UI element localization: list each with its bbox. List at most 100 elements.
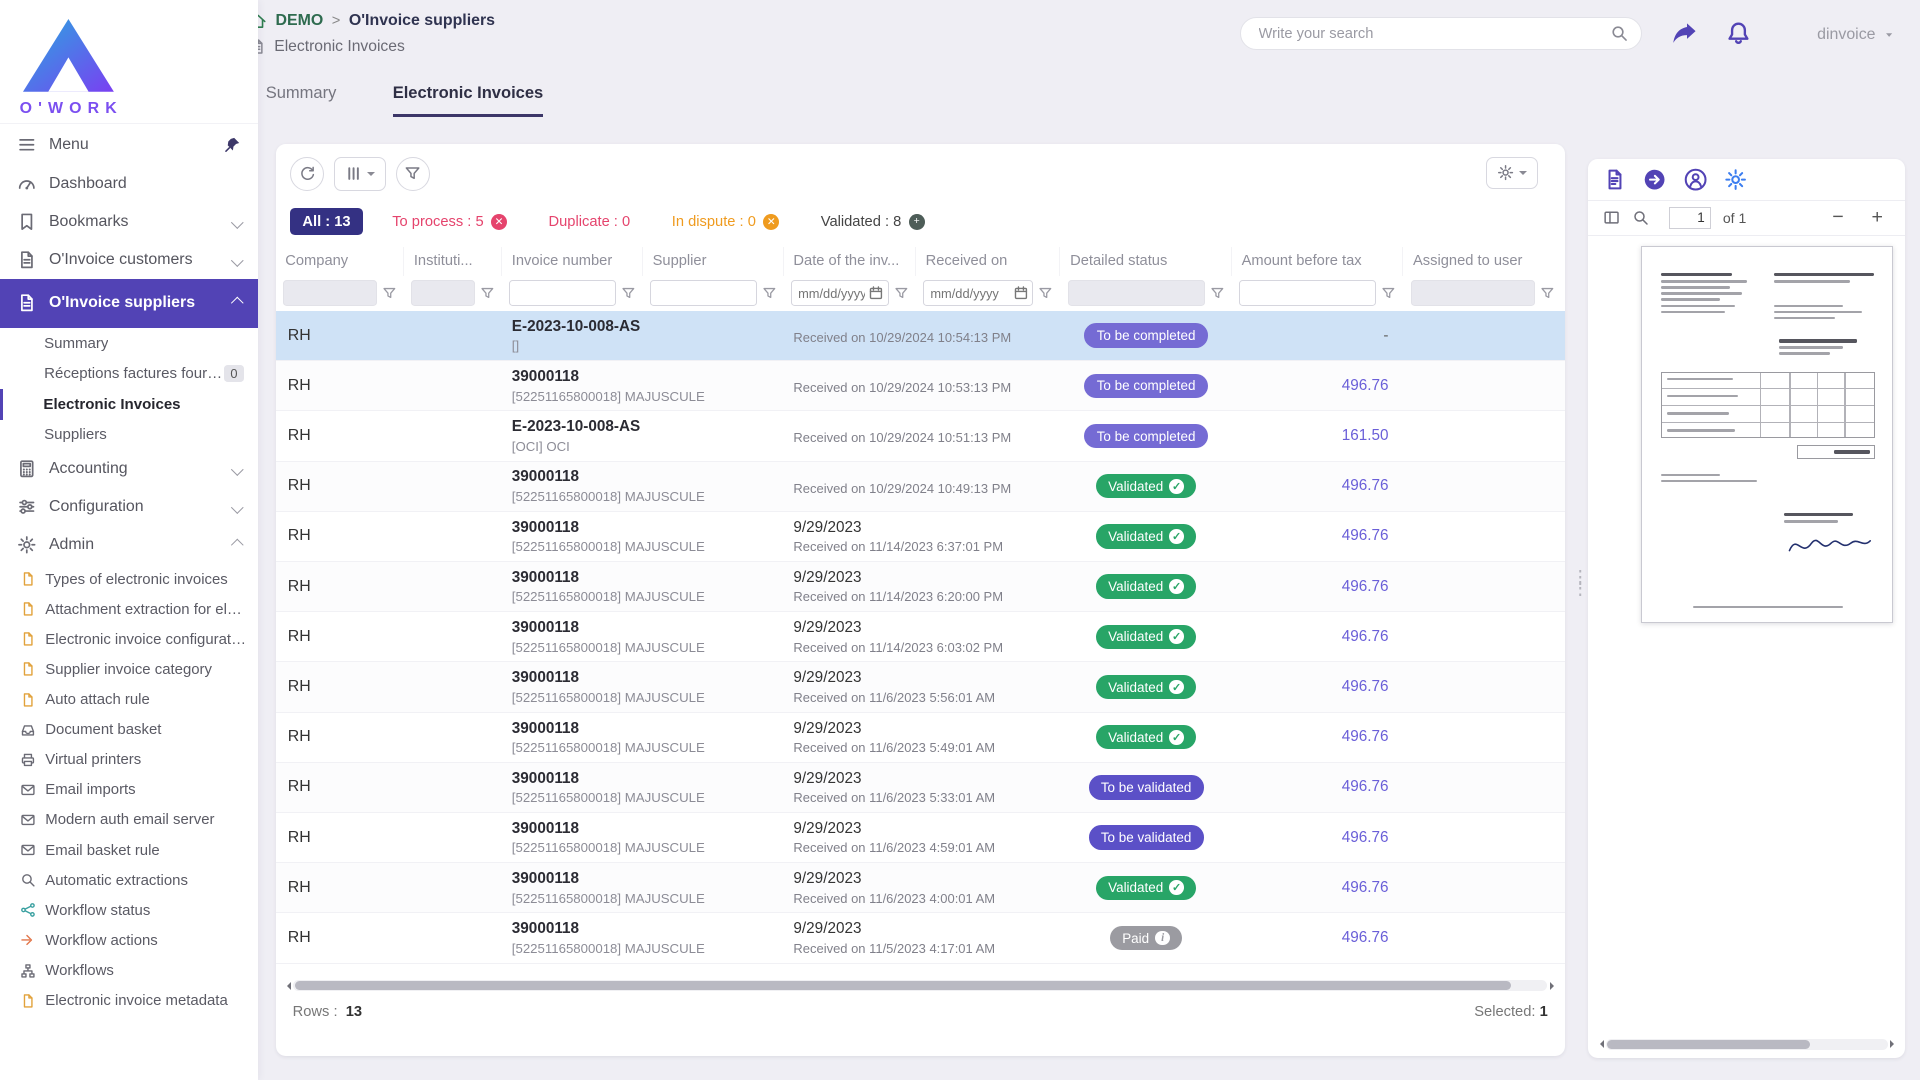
column-header-company[interactable]: Company	[276, 247, 405, 275]
tab-summary[interactable]: Summary	[266, 83, 337, 117]
table-row[interactable]: RH E-2023-10-008-AS [] Received on 10/29…	[276, 311, 1565, 361]
amount-link[interactable]: 496.76	[1342, 778, 1389, 796]
tab-electronic-invoices[interactable]: Electronic Invoices	[393, 83, 544, 117]
column-header-invoice-number[interactable]: Invoice number	[502, 247, 643, 275]
chip-all[interactable]: All : 13	[290, 208, 363, 235]
column-header-received-on[interactable]: Received on	[916, 247, 1060, 275]
preview-scroll-left-arrow[interactable]	[1596, 1040, 1604, 1048]
filter-funnel-icon[interactable]	[1540, 286, 1555, 301]
chip-in-dispute[interactable]: In dispute : 0 ✕	[660, 208, 792, 235]
sidebar-item-virtual-printers[interactable]: Virtual printers	[0, 745, 258, 775]
toggle-sidebar-icon[interactable]	[1603, 209, 1620, 226]
filter-funnel-icon[interactable]	[762, 286, 777, 301]
amount-link[interactable]: 496.76	[1342, 578, 1389, 596]
open-document-icon[interactable]	[1643, 168, 1666, 191]
filter-input[interactable]	[1411, 280, 1536, 306]
sidebar-item-accounting[interactable]: Accounting	[0, 450, 258, 488]
zoom-out-button[interactable]: −	[1825, 208, 1852, 228]
chip-icon[interactable]: ✕	[763, 214, 779, 230]
filter-input[interactable]	[509, 280, 616, 306]
breadcrumb-current[interactable]: O'Invoice suppliers	[349, 12, 495, 30]
amount-link[interactable]: 496.76	[1342, 879, 1389, 897]
share-icon[interactable]	[1671, 21, 1698, 48]
column-header-instituti-[interactable]: Instituti...	[404, 247, 502, 275]
sidebar-item-workflows[interactable]: Workflows	[0, 955, 258, 985]
column-header-amount-before-tax[interactable]: Amount before tax	[1232, 247, 1403, 275]
scrollbar-track[interactable]	[293, 980, 1547, 991]
amount-link[interactable]: 496.76	[1342, 678, 1389, 696]
sidebar-item-workflow-actions[interactable]: Workflow actions	[0, 925, 258, 955]
amount-link[interactable]: 496.76	[1342, 929, 1389, 947]
assigned-user-icon[interactable]	[1684, 168, 1707, 191]
sidebar-item-modern-auth-email-server[interactable]: Modern auth email server	[0, 805, 258, 835]
table-row[interactable]: RH 39000118 [52251165800018] MAJUSCULE R…	[276, 462, 1565, 512]
filter-funnel-icon[interactable]	[894, 286, 909, 301]
filter-input[interactable]	[411, 280, 475, 306]
table-row[interactable]: RH 39000118 [52251165800018] MAJUSCULE R…	[276, 361, 1565, 411]
chip-icon[interactable]: +	[909, 214, 925, 230]
filter-input[interactable]	[650, 280, 757, 306]
refresh-button[interactable]	[290, 157, 324, 191]
filter-funnel-icon[interactable]	[1038, 286, 1053, 301]
sidebar-item-document-basket[interactable]: Document basket	[0, 715, 258, 745]
sidebar-item-email-imports[interactable]: Email imports	[0, 775, 258, 805]
sidebar-item-dashboard[interactable]: Dashboard	[0, 165, 258, 203]
pin-sidebar-icon[interactable]	[224, 136, 241, 153]
user-menu[interactable]: dinvoice	[1817, 26, 1895, 44]
sidebar-item-configuration[interactable]: Configuration	[0, 488, 258, 526]
filter-button[interactable]	[396, 157, 430, 191]
filter-funnel-icon[interactable]	[480, 286, 495, 301]
filter-funnel-icon[interactable]	[1381, 286, 1396, 301]
page-number-input[interactable]	[1669, 207, 1711, 229]
sidebar-item-oinvoice-suppliers[interactable]: O'Invoice suppliers	[0, 279, 258, 328]
search-input[interactable]	[1240, 17, 1642, 50]
sidebar-item-oinvoice-customers[interactable]: O'Invoice customers	[0, 241, 258, 279]
column-header-supplier[interactable]: Supplier	[643, 247, 784, 275]
sidebar-item-workflow-status[interactable]: Workflow status	[0, 895, 258, 925]
table-row[interactable]: RH 39000118 [52251165800018] MAJUSCULE 9…	[276, 763, 1565, 813]
sidebar-item-summary[interactable]: Summary	[0, 328, 258, 359]
filter-input[interactable]	[1068, 280, 1205, 306]
scroll-right-arrow[interactable]	[1550, 982, 1558, 990]
column-header-date-of-the-inv-[interactable]: Date of the inv...	[784, 247, 916, 275]
zoom-in-button[interactable]: +	[1864, 208, 1891, 228]
menu-toggle[interactable]: Menu	[0, 123, 258, 165]
sidebar-item-types-of-electronic-invoices[interactable]: Types of electronic invoices	[0, 564, 258, 594]
search-icon[interactable]	[1610, 24, 1628, 42]
amount-link[interactable]: 496.76	[1342, 377, 1389, 395]
table-row[interactable]: RH 39000118 [52251165800018] MAJUSCULE 9…	[276, 612, 1565, 662]
scrollbar-thumb[interactable]	[295, 981, 1511, 990]
amount-link[interactable]: 496.76	[1342, 829, 1389, 847]
columns-button[interactable]	[334, 157, 386, 191]
sidebar-item-automatic-extractions[interactable]: Automatic extractions	[0, 865, 258, 895]
filter-funnel-icon[interactable]	[621, 286, 636, 301]
table-row[interactable]: RH 39000118 [52251165800018] MAJUSCULE 9…	[276, 562, 1565, 612]
chip-icon[interactable]: ✕	[491, 214, 507, 230]
sidebar-item-auto-attach-rule[interactable]: Auto attach rule	[0, 684, 258, 714]
logo[interactable]: O'WORK	[0, 0, 258, 123]
table-row[interactable]: RH 39000118 [52251165800018] MAJUSCULE 9…	[276, 713, 1565, 763]
horizontal-scrollbar[interactable]	[283, 978, 1558, 993]
filter-input[interactable]	[1239, 280, 1376, 306]
sidebar-item-bookmarks[interactable]: Bookmarks	[0, 203, 258, 241]
chip-duplicate[interactable]: Duplicate : 0	[536, 208, 642, 235]
preview-scroll-right-arrow[interactable]	[1890, 1040, 1898, 1048]
table-row[interactable]: RH 39000118 [52251165800018] MAJUSCULE 9…	[276, 662, 1565, 712]
chip-to-process[interactable]: To process : 5 ✕	[380, 208, 519, 235]
pdf-search-icon[interactable]	[1632, 209, 1649, 226]
table-row[interactable]: RH E-2023-10-008-AS [OCI] OCI Received o…	[276, 411, 1565, 461]
amount-link[interactable]: 161.50	[1342, 427, 1389, 445]
table-row[interactable]: RH 39000118 [52251165800018] MAJUSCULE 9…	[276, 913, 1565, 963]
column-header-assigned-to-user[interactable]: Assigned to user	[1403, 247, 1562, 275]
amount-link[interactable]: 496.76	[1342, 477, 1389, 495]
amount-link[interactable]: 496.76	[1342, 628, 1389, 646]
breadcrumb-home[interactable]: DEMO	[275, 12, 323, 30]
amount-link[interactable]: 496.76	[1342, 527, 1389, 545]
column-header-detailed-status[interactable]: Detailed status	[1060, 247, 1231, 275]
table-row[interactable]: RH 39000118 [52251165800018] MAJUSCULE 9…	[276, 813, 1565, 863]
sidebar-item-receptions-factures[interactable]: Réceptions factures fournisseurs 0	[0, 358, 258, 389]
preview-horizontal-scrollbar[interactable]	[1596, 1037, 1898, 1052]
sidebar-item-electronic-invoice-metadata[interactable]: Electronic invoice metadata	[0, 986, 258, 1016]
sidebar-item-electronic-invoice-configuration[interactable]: Electronic invoice configuration	[0, 624, 258, 654]
sidebar-item-attachment-extraction[interactable]: Attachment extraction for electron	[0, 594, 258, 624]
